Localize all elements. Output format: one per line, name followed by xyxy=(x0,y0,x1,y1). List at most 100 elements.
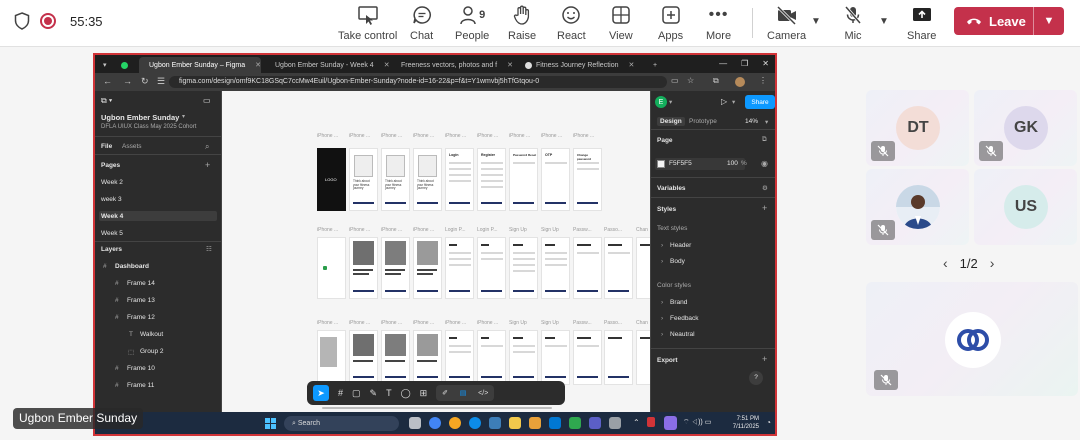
toggle-sidebar-icon[interactable]: ▭ xyxy=(203,96,211,105)
add-style-icon[interactable]: + xyxy=(762,203,767,213)
expand-chevron-icon[interactable]: › xyxy=(661,258,663,265)
phone-frame-password[interactable] xyxy=(604,237,633,299)
browser-tab-freepik[interactable]: Freeness vectors, photos and f ✕ xyxy=(391,57,513,73)
page-color-swatch[interactable] xyxy=(657,160,665,168)
file-name[interactable]: Ugbon Ember Sunday xyxy=(101,113,179,122)
reload-icon[interactable]: ↻ xyxy=(141,76,149,87)
layer-item[interactable]: Dashboard xyxy=(115,263,149,270)
window-close-icon[interactable]: ✕ xyxy=(762,59,769,68)
phone-frame-onboarding[interactable] xyxy=(349,237,378,299)
phone-frame-otp[interactable]: OTP xyxy=(541,148,570,211)
minimize-icon[interactable]: — xyxy=(719,59,727,68)
text-style-item[interactable]: Header xyxy=(670,242,691,249)
participant-tile-gk[interactable]: GK xyxy=(974,90,1077,166)
figma-menu-icon[interactable]: ⧉ ▾ xyxy=(101,96,112,106)
variables-heading[interactable]: Variables xyxy=(657,185,686,192)
layer-item[interactable]: Frame 13 xyxy=(127,297,155,304)
phone-frame-login[interactable] xyxy=(477,330,506,385)
tray-overflow-icon[interactable]: ⌃ xyxy=(633,418,640,427)
phone-frame-change-password[interactable] xyxy=(636,330,650,385)
layer-item[interactable]: Frame 11 xyxy=(127,382,154,389)
canvas-horizontal-scrollbar[interactable] xyxy=(322,407,552,409)
page-opacity[interactable]: 100 xyxy=(727,160,738,167)
layers-options-icon[interactable]: ☷ xyxy=(206,245,212,253)
expand-chevron-icon[interactable]: › xyxy=(661,299,663,306)
take-control-button[interactable]: Take control xyxy=(338,4,397,44)
page-item-active[interactable]: Week 4 xyxy=(101,213,123,220)
close-tab-icon[interactable]: ✕ xyxy=(384,61,390,69)
participant-tile-dt[interactable]: DT xyxy=(866,90,969,166)
site-info-icon[interactable]: ☰ xyxy=(157,76,165,87)
mic-options-chevron-icon[interactable]: ▼ xyxy=(879,16,889,27)
photos-icon[interactable] xyxy=(489,417,501,429)
phone-frame-onboarding[interactable] xyxy=(381,330,410,385)
file-name-chevron-icon[interactable]: ▾ xyxy=(182,113,185,120)
camera-button[interactable]: Camera xyxy=(767,4,806,44)
phone-frame-image[interactable] xyxy=(317,330,346,385)
cast-icon[interactable]: ▭ xyxy=(671,76,679,85)
share-button[interactable]: Share xyxy=(907,4,936,44)
maximize-icon[interactable]: ❐ xyxy=(741,59,748,68)
chrome-icon[interactable] xyxy=(429,417,441,429)
app-icon[interactable] xyxy=(529,417,541,429)
tab-assets[interactable]: Assets xyxy=(122,143,142,150)
layer-item[interactable]: Walkout xyxy=(140,331,163,338)
figma-share-button[interactable]: Share xyxy=(745,95,775,109)
comment-tool-icon[interactable]: ◯ xyxy=(401,388,411,399)
phone-frame-password[interactable] xyxy=(573,237,602,299)
phone-frame-login[interactable] xyxy=(445,330,474,385)
react-button[interactable]: React xyxy=(557,4,586,44)
page-settings-icon[interactable]: ⧉ xyxy=(762,136,767,144)
phone-frame-login[interactable]: Login xyxy=(445,148,474,211)
browser-tab-chatgpt[interactable]: Fitness Journey Reflection ✕ xyxy=(519,57,645,73)
layer-item[interactable]: Frame 14 xyxy=(127,280,155,287)
color-style-item[interactable]: Feedback xyxy=(670,315,699,322)
phone-frame-register[interactable]: Register xyxy=(477,148,506,211)
mode-switcher[interactable]: ✐ ▤ </> xyxy=(436,385,495,401)
extensions-icon[interactable]: ⧉ xyxy=(713,76,719,86)
text-style-item[interactable]: Body xyxy=(670,258,685,265)
layer-item[interactable]: Frame 10 xyxy=(127,365,155,372)
expand-chevron-icon[interactable]: › xyxy=(661,315,663,322)
text-tool-icon[interactable]: T xyxy=(386,388,392,398)
phone-frame-login[interactable] xyxy=(445,237,474,299)
clock[interactable]: 7:51 PM 7/11/2025 xyxy=(733,415,759,431)
phone-frame-change-password[interactable]: Change password xyxy=(573,148,602,211)
phone-frame-onboarding[interactable] xyxy=(349,330,378,385)
phone-frame-onboarding[interactable]: Think about your fitness journey xyxy=(349,148,378,211)
draw-mode-icon[interactable]: ✐ xyxy=(442,389,448,397)
layer-item[interactable]: Group 2 xyxy=(140,348,164,355)
phone-frame-onboarding[interactable] xyxy=(381,237,410,299)
phone-frame-splash[interactable]: LOGO xyxy=(317,148,346,211)
whatsapp-icon[interactable] xyxy=(115,57,134,73)
present-icon[interactable]: ▷ xyxy=(721,97,727,106)
actions-icon[interactable]: ⊞ xyxy=(420,388,428,399)
dev-mode-icon[interactable]: </> xyxy=(478,390,488,397)
color-style-item[interactable]: Brand xyxy=(670,299,687,306)
new-tab-icon[interactable]: + xyxy=(647,57,663,73)
teams-icon[interactable] xyxy=(589,417,601,429)
close-tab-icon[interactable]: ✕ xyxy=(255,61,261,69)
present-chevron-icon[interactable]: ▾ xyxy=(732,98,735,106)
windows-start-icon[interactable] xyxy=(265,418,276,429)
page-item[interactable]: Week 2 xyxy=(101,179,123,186)
move-tool-icon[interactable]: ➤ xyxy=(313,385,329,401)
leave-options-chevron-icon[interactable]: ▼ xyxy=(1034,15,1064,27)
visibility-eye-icon[interactable]: ◉ xyxy=(761,159,768,168)
back-icon[interactable]: ← xyxy=(103,76,112,86)
raise-hand-button[interactable]: Raise xyxy=(508,4,536,44)
page-item[interactable]: Week 5 xyxy=(101,230,123,237)
taskbar-search[interactable]: ⌕ Search xyxy=(284,416,399,431)
tray-app-icon[interactable] xyxy=(647,417,655,427)
help-button[interactable]: ? xyxy=(749,371,763,385)
page-color-hex[interactable]: F5F5F5 xyxy=(669,160,692,167)
file-explorer-icon[interactable] xyxy=(509,417,521,429)
participant-tile-large[interactable] xyxy=(866,282,1078,396)
phone-frame-sign-up[interactable] xyxy=(541,237,570,299)
phone-frame-login[interactable] xyxy=(477,237,506,299)
phone-frame-password[interactable] xyxy=(573,330,602,385)
tab-file[interactable]: File xyxy=(101,143,112,150)
tab-prototype[interactable]: Prototype xyxy=(689,118,717,125)
phone-frame-sign-up[interactable] xyxy=(509,330,538,385)
close-tab-icon[interactable]: ✕ xyxy=(507,61,513,69)
